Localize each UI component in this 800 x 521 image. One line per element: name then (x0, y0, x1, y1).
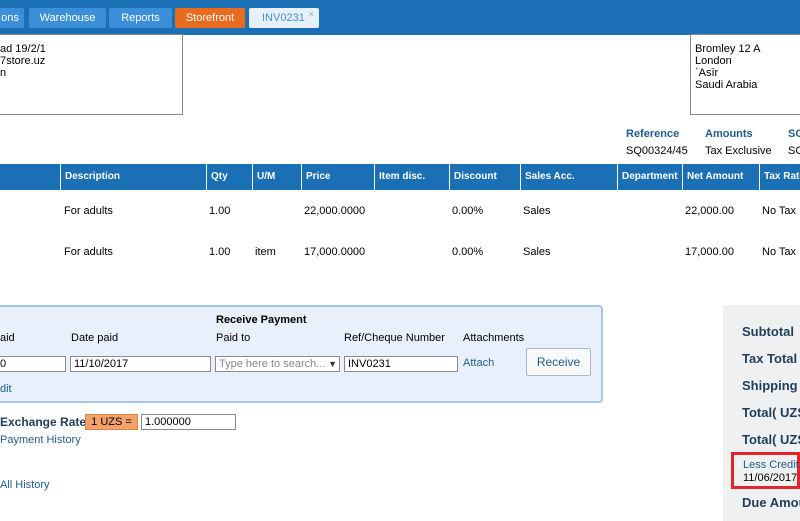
tab-storefront[interactable]: Storefront (175, 8, 245, 28)
col-qty: Qty (206, 164, 252, 190)
ref-cheque-input[interactable]: INV0231 (344, 356, 458, 372)
col-department: Department (617, 164, 682, 190)
extra-value: SC (788, 145, 800, 157)
row-tax-rate: No Tax (762, 205, 797, 217)
ref-cheque-label: Ref/Cheque Number (344, 332, 445, 344)
to-address-line: `Asīr (695, 67, 719, 79)
receive-payment-title: Receive Payment (216, 314, 307, 326)
tax-total-label: Tax Total (742, 351, 798, 366)
to-address-line: Bromley 12 A (695, 43, 761, 55)
payment-history-link[interactable]: Payment History (0, 434, 81, 446)
attach-link[interactable]: Attach (463, 357, 494, 369)
row-discount: 0.00% (452, 246, 484, 258)
reference-label: Reference (626, 128, 680, 140)
paid-to-select[interactable]: Type here to search... ▼ (215, 356, 340, 372)
credit-link[interactable]: dit (0, 383, 12, 395)
col-price: Price (301, 164, 374, 190)
tab-warehouse[interactable]: Warehouse (29, 8, 106, 28)
col-discount: Discount (449, 164, 520, 190)
row-description: For adults (64, 246, 113, 258)
exchange-rate-input[interactable]: 1.000000 (141, 414, 236, 430)
row-discount: 0.00% (452, 205, 484, 217)
line-items-header: Description Qty U/M Price Item disc. Dis… (0, 164, 800, 190)
row-description: For adults (64, 205, 113, 217)
total-label: Total( UZS (742, 432, 800, 447)
shipping-label: Shipping (742, 378, 798, 393)
all-history-link[interactable]: All History (0, 479, 50, 491)
date-paid-label: Date paid (71, 332, 119, 344)
row-qty: 1.00 (209, 246, 231, 258)
attachments-label: Attachments (463, 332, 525, 344)
from-address-line: 7store.uz (0, 55, 46, 67)
tab-reports[interactable]: Reports (109, 8, 172, 28)
row-tax-rate: No Tax (762, 246, 797, 258)
tab-invoice-label: INV0231 (262, 12, 305, 24)
amount-paid-label: aid (0, 332, 15, 344)
row-qty: 1.00 (209, 205, 231, 217)
top-tab-bar: ons Warehouse Reports Storefront INV0231… (0, 0, 800, 35)
to-address-line: Saudi Arabia (695, 79, 758, 91)
row-net-amount: 22,000.00 (685, 205, 734, 217)
paid-to-label: Paid to (216, 332, 251, 344)
receive-button[interactable]: Receive (526, 348, 591, 376)
to-address-line: London (695, 55, 732, 67)
col-description: Description (60, 164, 206, 190)
row-sales-acc: Sales (523, 246, 551, 258)
amounts-value: Tax Exclusive (705, 145, 772, 157)
close-icon[interactable]: × (309, 4, 314, 24)
due-amount-label: Due Amou (742, 495, 800, 510)
reference-value: SQ00324/45 (626, 145, 688, 157)
subtotal-label: Subtotal (742, 324, 794, 339)
paid-to-placeholder: Type here to search... (219, 358, 326, 370)
amounts-label: Amounts (705, 128, 753, 140)
col-item-disc: Item disc. (374, 164, 449, 190)
row-sales-acc: Sales (523, 205, 551, 217)
col-sales-acc: Sales Acc. (520, 164, 617, 190)
col-um: U/M (252, 164, 301, 190)
total-label: Total( UZS (742, 405, 800, 420)
credit-date: 11/06/2017 (743, 472, 798, 484)
col-tax-rate: Tax Rate (759, 164, 800, 190)
row-price: 17,000.0000 (304, 246, 366, 258)
tab-invoice[interactable]: INV0231 × (249, 8, 319, 28)
row-price: 22,000.0000 (304, 205, 366, 217)
date-paid-input[interactable]: 11/10/2017 (70, 356, 211, 372)
from-address-line: ad 19/2/1 (0, 43, 46, 55)
row-net-amount: 17,000.00 (685, 246, 734, 258)
extra-label: SO (788, 128, 800, 140)
currency-badge: 1 UZS = (85, 414, 138, 430)
amount-paid-input[interactable]: 0 (0, 356, 66, 372)
row-um: item (255, 246, 276, 258)
less-credit-link[interactable]: Less Credit (743, 459, 799, 471)
col-net-amount: Net Amount (682, 164, 759, 190)
tab-ons[interactable]: ons (0, 8, 24, 28)
exchange-rate-label: Exchange Rate: (0, 415, 91, 429)
from-address-line: n (0, 67, 7, 79)
chevron-down-icon: ▼ (328, 359, 337, 369)
